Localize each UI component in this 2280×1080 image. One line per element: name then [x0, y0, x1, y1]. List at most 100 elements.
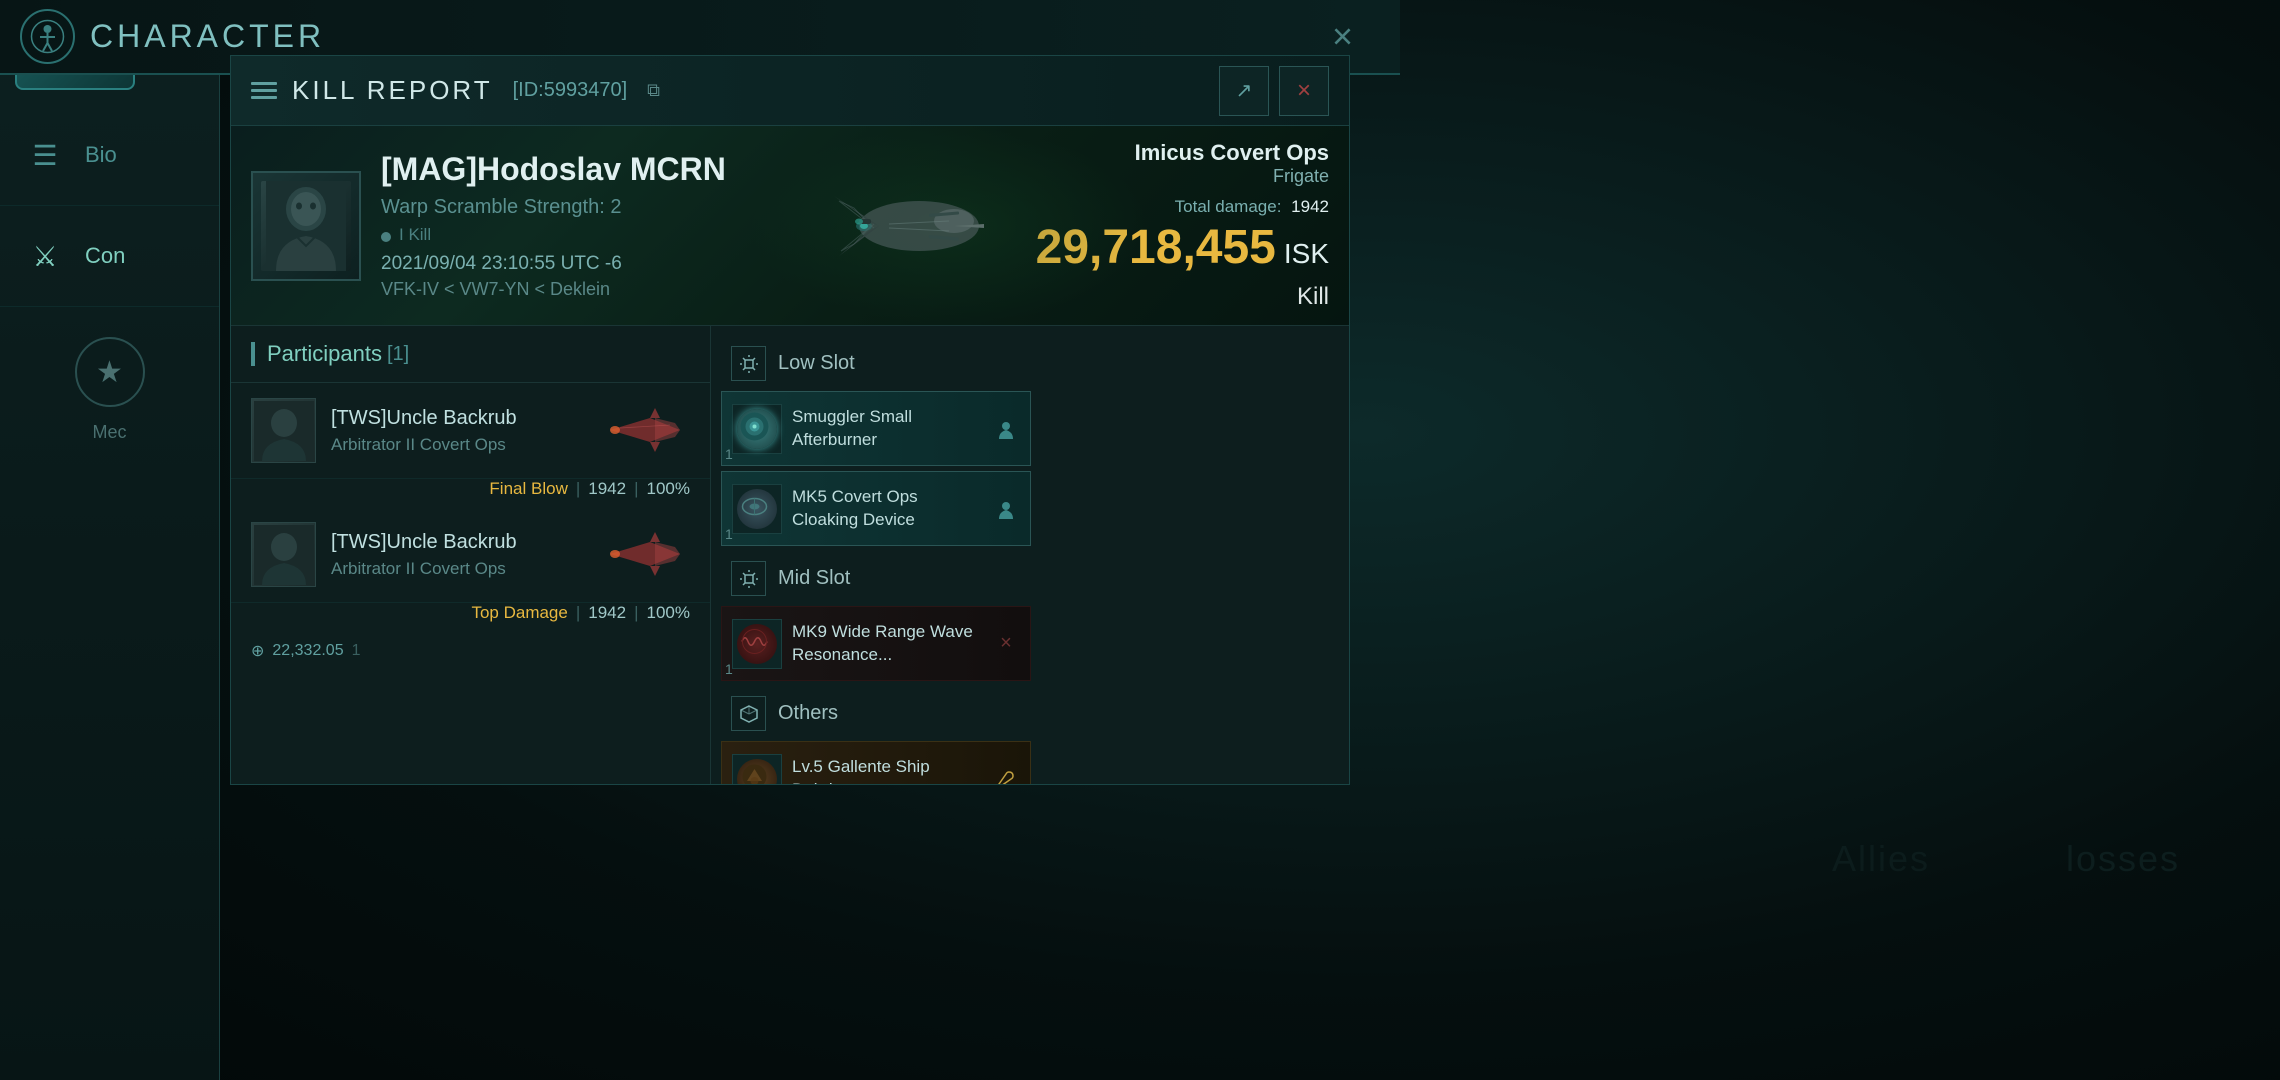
participant-2-damage: 1942 [588, 603, 626, 623]
sidebar-item-combat[interactable]: ⚔ Con [0, 206, 219, 307]
participant-1-stats: Final Blow | 1942 | 100% [231, 479, 710, 507]
victim-avatar-inner [261, 181, 351, 271]
low-slot-items: 1 Smuggler Small After [711, 391, 1349, 546]
participants-header: Participants [1] [231, 326, 710, 383]
afterburner-icon [737, 409, 777, 449]
participant-1-ship: Arbitrator II Covert Ops [331, 435, 585, 455]
kill-hero: [MAG]Hodoslav MCRN Warp Scramble Strengt… [231, 126, 1349, 326]
participant-count: [1] [387, 343, 409, 366]
kill-content: Participants [1] [TWS]Uncle Backrub [231, 326, 1349, 784]
low-slot-title: Low Slot [778, 352, 855, 375]
character-title: CHARACTER [90, 18, 325, 55]
cloaking-icon [737, 489, 777, 529]
sidebar-item-combat-label: Con [85, 243, 125, 269]
participant-1-name: [TWS]Uncle Backrub [331, 407, 585, 430]
mid-slot-section: Mid Slot 1 [711, 551, 1349, 681]
isk-unit: ISK [1284, 238, 1329, 270]
mid-slot-item-1: 1 MK9 Wide Range Wave Resonance... [721, 606, 1031, 681]
mid-slot-title: Mid Slot [778, 567, 850, 590]
participant-1-ship-icon [600, 403, 690, 458]
modal-header: KILL REPORT [ID:5993470] ⧉ ↗ × [231, 56, 1349, 126]
low-slot-item-1-icon [732, 404, 782, 454]
final-blow-label: Final Blow [489, 479, 567, 499]
participant-1-damage: 1942 [588, 479, 626, 499]
mid-slot-item-1-destroyed-icon: × [992, 630, 1020, 658]
modal-menu-button[interactable] [251, 82, 277, 99]
participants-bar-accent [251, 342, 255, 366]
victim-avatar [251, 171, 361, 281]
low-slot-item-1-name: Smuggler Small Afterburner [792, 406, 982, 450]
bio-icon: ☰ [20, 130, 70, 180]
mid-slot-item-1-icon [732, 619, 782, 669]
sidebar-item-bio-label: Bio [85, 142, 117, 168]
participant-row-2: [TWS]Uncle Backrub Arbitrator II Covert … [231, 507, 710, 603]
export-button[interactable]: ↗ [1219, 66, 1269, 116]
others-icon [731, 696, 766, 731]
low-slot-item-2-action [992, 495, 1020, 523]
participant-2-info: [TWS]Uncle Backrub Arbitrator II Covert … [331, 531, 585, 579]
modal-title: KILL REPORT [292, 75, 493, 106]
plus-icon: ⊕ [251, 641, 264, 661]
equipment-panel: Low Slot 1 [711, 326, 1349, 784]
others-items: 1 Lv.5 Gallente Ship Debris [711, 741, 1349, 784]
modal-actions: ↗ × [1219, 66, 1329, 116]
copy-id-icon[interactable]: ⧉ [647, 80, 660, 101]
others-header: Others [711, 686, 1349, 741]
victim-info: [MAG]Hodoslav MCRN Warp Scramble Strengt… [381, 141, 769, 310]
mid-slot-items: 1 MK9 Wide Range Wave Resonance... [711, 606, 1349, 681]
others-item-1-wrench-icon [992, 765, 1020, 785]
sidebar-item-medals-label: Mec [0, 422, 219, 443]
modal-close-button[interactable]: × [1279, 66, 1329, 116]
participants-bottom-total: ⊕ 22,332.05 1 [231, 631, 710, 671]
others-item-1-icon [732, 754, 782, 785]
participant-2-percent: 100% [647, 603, 690, 623]
participant-2-ship-icon [600, 527, 690, 582]
low-slot-section: Low Slot 1 [711, 336, 1349, 546]
participant-row-1: [TWS]Uncle Backrub Arbitrator II Covert … [231, 383, 710, 479]
participant-1-info: [TWS]Uncle Backrub Arbitrator II Covert … [331, 407, 585, 455]
others-title: Others [778, 702, 838, 725]
kill-time: 2021/09/04 23:10:55 UTC -6 [381, 253, 769, 275]
kill-badge: I Kill [399, 225, 431, 245]
participant-2-stats: Top Damage | 1942 | 100% [231, 603, 710, 631]
ship-name: Imicus Covert Ops [1135, 140, 1329, 165]
character-icon [20, 9, 75, 64]
participant-1-avatar [251, 398, 316, 463]
participant-1-percent: 100% [647, 479, 690, 499]
low-slot-item-2-name: MK5 Covert Ops Cloaking Device [792, 486, 982, 530]
mid-slot-item-1-name: MK9 Wide Range Wave Resonance... [792, 621, 982, 665]
total-damage-value: 1942 [1291, 197, 1329, 216]
participant-2-name: [TWS]Uncle Backrub [331, 531, 585, 554]
victim-name: [MAG]Hodoslav MCRN [381, 151, 769, 188]
sidebar-item-bio[interactable]: ☰ Bio [0, 105, 219, 206]
ship-image [799, 136, 1039, 316]
debris-icon [737, 759, 777, 785]
participants-title: Participants [267, 341, 382, 367]
ship-render [769, 126, 1069, 325]
combat-icon: ⚔ [20, 231, 70, 281]
wave-resonance-icon [737, 624, 777, 664]
participant-item-2: [TWS]Uncle Backrub Arbitrator II Covert … [231, 507, 710, 631]
others-item-1-name: Lv.5 Gallente Ship Debris [792, 756, 982, 784]
participant-2-avatar [251, 522, 316, 587]
others-item-1: 1 Lv.5 Gallente Ship Debris [721, 741, 1031, 784]
ship-type: Frigate [1273, 166, 1329, 186]
low-slot-item-1-action [992, 415, 1020, 443]
sidebar: ☰ Bio ⚔ Con ★ Mec [0, 0, 220, 1080]
bottom-total-value: 22,332.05 [272, 642, 343, 660]
participant-item-1: [TWS]Uncle Backrub Arbitrator II Covert … [231, 383, 710, 507]
medals-icon: ★ [75, 337, 145, 407]
participant-2-ship: Arbitrator II Covert Ops [331, 559, 585, 579]
others-section: Others 1 [711, 686, 1349, 784]
modal-id: [ID:5993470] [513, 79, 628, 102]
kill-location: VFK-IV < VW7-YN < Deklein [381, 279, 769, 300]
victim-warp-scramble: Warp Scramble Strength: 2 [381, 196, 769, 219]
participants-panel: Participants [1] [TWS]Uncle Backrub [231, 326, 711, 784]
top-damage-label: Top Damage [471, 603, 567, 623]
kill-dot [381, 232, 391, 242]
kill-report-modal: KILL REPORT [ID:5993470] ⧉ ↗ × [230, 55, 1350, 785]
mid-slot-header: Mid Slot [711, 551, 1349, 606]
mid-slot-icon [731, 561, 766, 596]
low-slot-item-1: 1 Smuggler Small After [721, 391, 1031, 466]
low-slot-header: Low Slot [711, 336, 1349, 391]
